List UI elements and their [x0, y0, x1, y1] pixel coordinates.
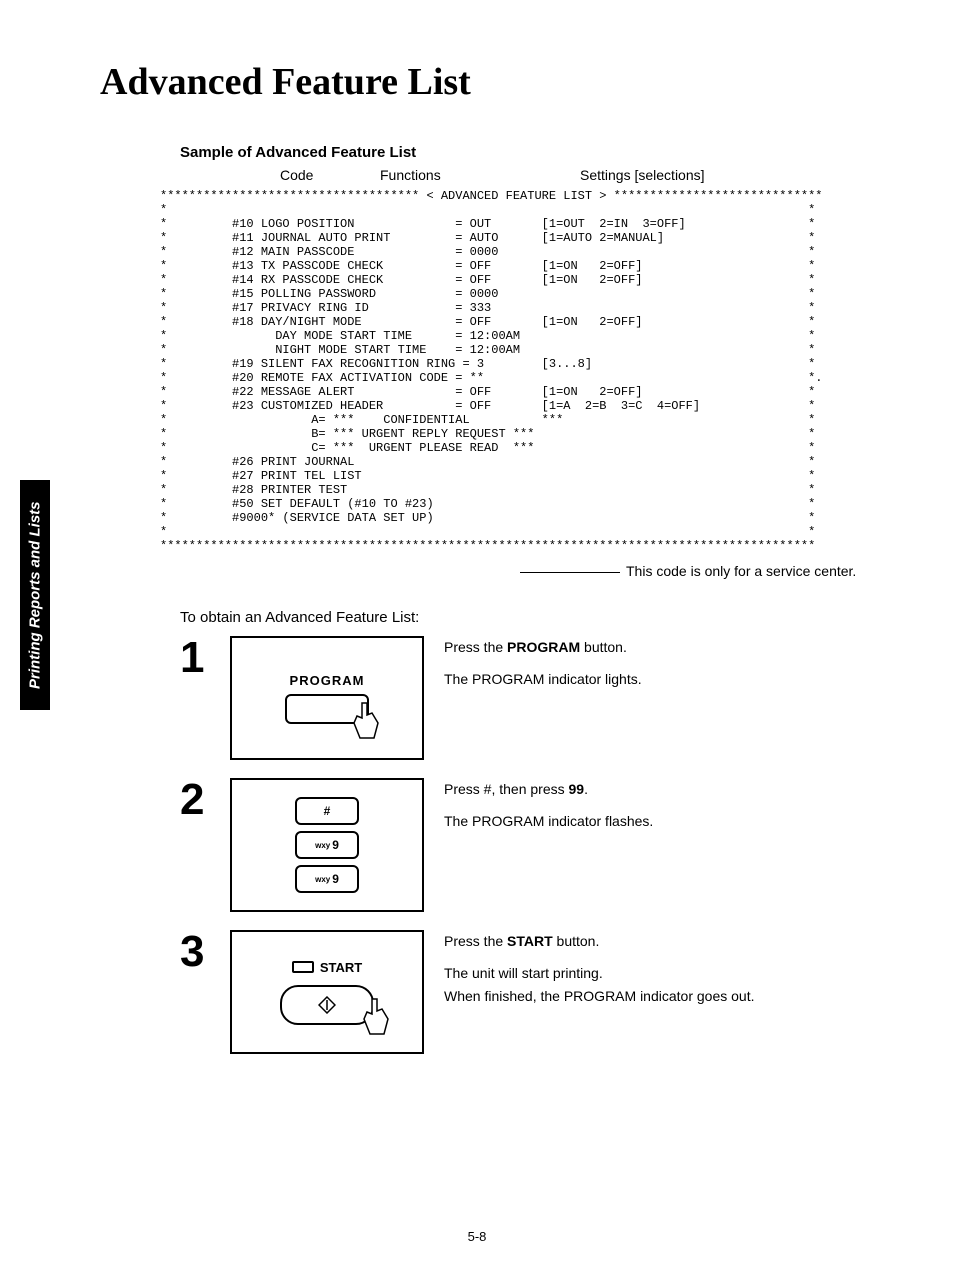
col-functions-label: Functions: [380, 167, 441, 183]
sample-subtitle: Sample of Advanced Feature List: [180, 144, 914, 161]
step-text: Press #, then press 99. The PROGRAM indic…: [444, 778, 653, 843]
step-row: 2 # wxy 9 wxy 9 Press #, then press 99. The P…: [180, 778, 914, 912]
step-text-line: The PROGRAM indicator flashes.: [444, 810, 653, 832]
col-settings-label: Settings [selections]: [580, 167, 705, 183]
step-illustration: # wxy 9 wxy 9: [230, 778, 424, 912]
column-labels: Code Functions Settings [selections]: [280, 167, 914, 189]
hand-icon: [352, 994, 402, 1044]
step-text: Press the START button. The unit will sta…: [444, 930, 754, 1017]
step-text-line: Press the START button.: [444, 930, 754, 952]
hand-icon: [342, 698, 392, 748]
step-illustration: START: [230, 930, 424, 1054]
program-button-label: PROGRAM: [290, 673, 365, 688]
col-code-label: Code: [280, 167, 313, 183]
page-number: 5-8: [468, 1229, 487, 1244]
nine-key: wxy 9: [295, 865, 359, 893]
step-row: 1 PROGRAM Press the PROGRAM button. The PRO…: [180, 636, 914, 760]
step-text-line: The unit will start printing.When finish…: [444, 962, 754, 1007]
callout-text: This code is only for a service center.: [626, 563, 856, 579]
step-text: Press the PROGRAM button. The PROGRAM ind…: [444, 636, 642, 701]
step-text-line: Press #, then press 99.: [444, 778, 653, 800]
step-number: 1: [180, 636, 230, 680]
steps-list: 1 PROGRAM Press the PROGRAM button. The PRO…: [180, 636, 914, 1054]
nine-key: wxy 9: [295, 831, 359, 859]
step-text-line: Press the PROGRAM button.: [444, 636, 642, 658]
page-title: Advanced Feature List: [100, 60, 914, 104]
step-number: 2: [180, 778, 230, 822]
intro-text: To obtain an Advanced Feature List:: [180, 609, 914, 626]
service-center-callout: This code is only for a service center.: [520, 563, 914, 579]
hash-key: #: [295, 797, 359, 825]
step-text-line: The PROGRAM indicator lights.: [444, 668, 642, 690]
step-row: 3 START Press the START button. The unit w…: [180, 930, 914, 1054]
side-tab: Printing Reports and Lists: [20, 480, 50, 710]
step-number: 3: [180, 930, 230, 974]
step-illustration: PROGRAM: [230, 636, 424, 760]
feature-list-printout: ************************************ < A…: [160, 189, 914, 553]
start-button-label: START: [292, 960, 362, 975]
